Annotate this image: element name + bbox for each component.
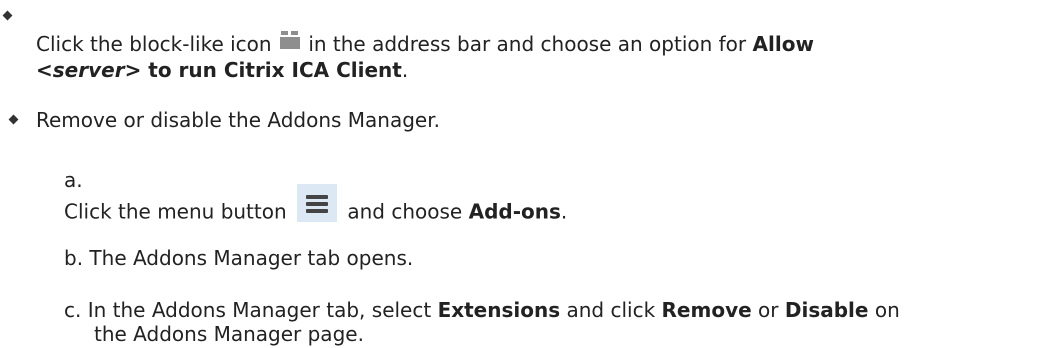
substep-a-bold-addons: Add-ons [468, 199, 561, 224]
substep-b-line: b. The Addons Manager tab opens. [64, 246, 413, 270]
substep-a-text-before: Click the menu button [64, 199, 287, 224]
instruction-list: Click the block-like icon in the address… [0, 0, 1044, 348]
substep-c-line-2: the Addons Manager page. [94, 322, 364, 346]
bullet-1-bold-lt: < [36, 58, 53, 82]
bullet-1-text-before: Click the block-like icon [36, 32, 272, 56]
bullet-marker [8, 114, 19, 125]
bullet-1-text-after: in the address bar and choose an option … [308, 32, 747, 56]
substep-b-text: The Addons Manager tab opens. [89, 246, 414, 270]
bullet-1-line-1: Click the block-like icon in the address… [36, 30, 814, 56]
substep-c-text-before: In the Addons Manager tab, select [87, 298, 432, 322]
bullet-1-line-2: <server> to run Citrix ICA Client. [36, 58, 408, 82]
substep-a-marker: a. [64, 168, 83, 192]
substep-c-bold-remove: Remove [661, 298, 752, 322]
bullet-2-text: Remove or disable the Addons Manager. [36, 108, 440, 132]
block-puzzle-icon [279, 30, 300, 49]
bullet-1-period: . [401, 58, 409, 82]
substep-c-line-1: c. In the Addons Manager tab, select Ext… [64, 298, 900, 322]
substep-c-marker: c. [64, 298, 82, 322]
bullet-2-line: Remove or disable the Addons Manager. [36, 108, 440, 132]
substep-c-text-mid2: or [758, 298, 779, 322]
bullet-marker [2, 10, 13, 21]
substep-c-bold-extensions: Extensions [437, 298, 561, 322]
hamburger-menu-icon [297, 184, 338, 222]
bullet-1-bold-rest: > to run Citrix ICA Client [124, 58, 402, 82]
substep-a-line: Click the menu button and choose Add-ons… [64, 184, 567, 232]
substep-c-text-end: on [874, 298, 900, 322]
substep-c-text-line2: the Addons Manager page. [94, 322, 364, 346]
substep-c-text-mid1: and click [566, 298, 656, 322]
bullet-1-bold-allow: Allow [752, 32, 814, 56]
bullet-1-italic-server: server [52, 58, 125, 82]
substep-b-marker: b. [64, 246, 84, 270]
substep-a-text-middle: and choose [347, 199, 463, 224]
substep-c-bold-disable: Disable [784, 298, 869, 322]
